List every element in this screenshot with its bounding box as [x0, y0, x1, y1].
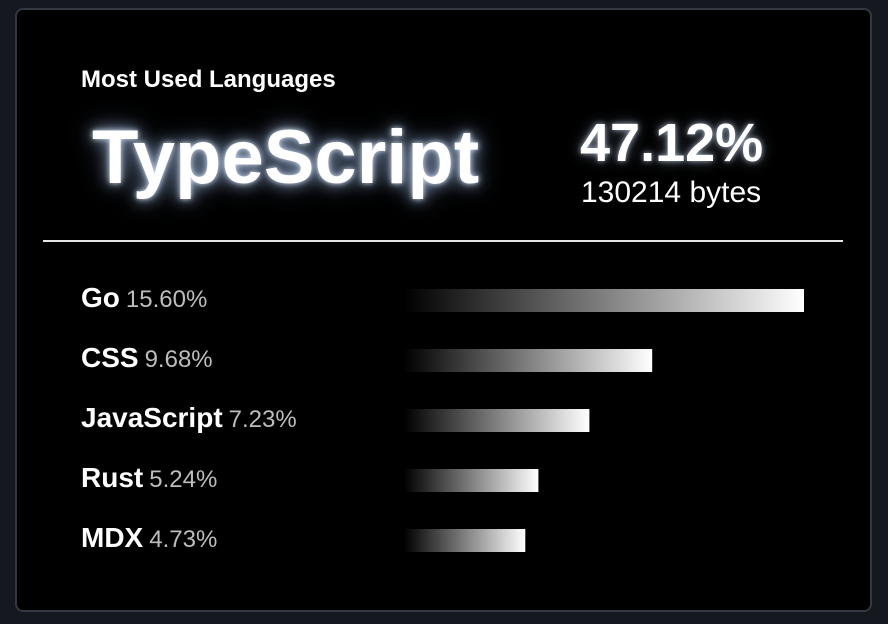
bar-go — [404, 289, 804, 312]
bar-mdx — [404, 529, 526, 552]
bar-javascript — [404, 409, 590, 432]
bar-css — [404, 349, 653, 372]
languages-card: Most Used Languages TypeScript 47.12% 13… — [15, 8, 872, 612]
language-bar-chart — [404, 289, 804, 552]
bar-rust — [404, 469, 539, 492]
